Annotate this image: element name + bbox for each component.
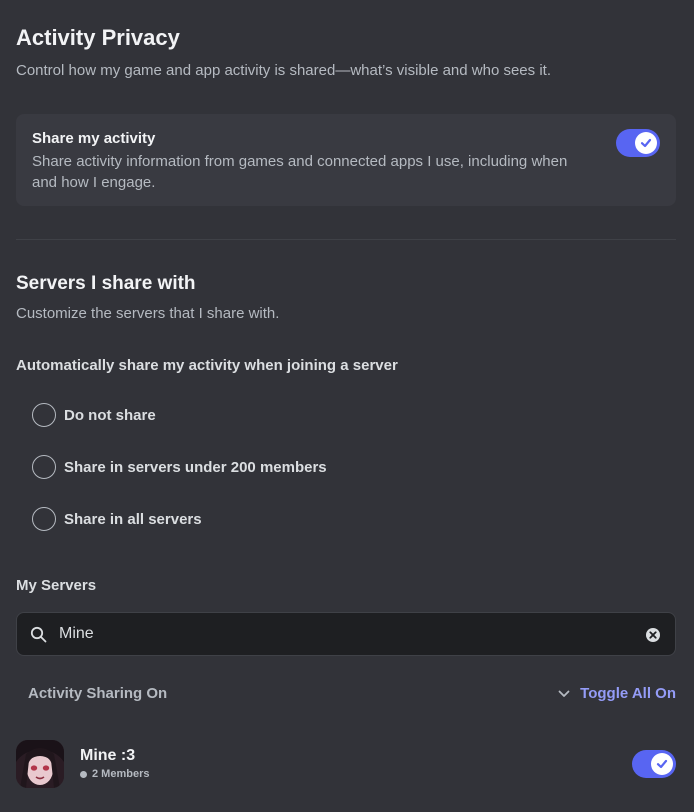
page-title: Activity Privacy: [16, 25, 180, 50]
radio-label: Share in servers under 200 members: [64, 458, 327, 476]
radio-circle[interactable]: [32, 507, 56, 531]
search-input[interactable]: [59, 613, 639, 655]
server-search-box[interactable]: [16, 612, 676, 656]
servers-section-subtitle: Customize the servers that I share with.: [16, 305, 280, 322]
section-divider: [16, 239, 676, 240]
auto-share-label: Automatically share my activity when joi…: [16, 357, 398, 374]
search-icon: [30, 626, 47, 648]
server-avatar: [16, 740, 64, 788]
servers-section-title: Servers I share with: [16, 273, 196, 294]
member-dot-icon: [80, 770, 87, 778]
server-row: Mine :3 2 Members: [16, 740, 676, 788]
radio-label: Share in all servers: [64, 510, 202, 528]
share-activity-description: Share activity information from games an…: [32, 153, 568, 191]
radio-circle[interactable]: [32, 455, 56, 479]
share-activity-card: Share my activity Share activity informa…: [16, 114, 676, 206]
server-name: Mine :3: [80, 747, 136, 764]
clear-icon[interactable]: [645, 627, 661, 648]
activity-privacy-page: Activity Privacy Control how my game and…: [0, 0, 694, 812]
page-subtitle: Control how my game and app activity is …: [16, 62, 551, 79]
radio-label: Do not share: [64, 406, 156, 424]
check-icon: [651, 753, 673, 775]
chevron-down-icon: [558, 690, 570, 698]
radio-circle[interactable]: [32, 403, 56, 427]
my-servers-title: My Servers: [16, 577, 97, 594]
toggle-all-button[interactable]: Toggle All On: [558, 685, 676, 702]
radio-share-under-200[interactable]: Share in servers under 200 members: [32, 454, 327, 480]
radio-do-not-share[interactable]: Do not share: [32, 402, 156, 428]
activity-sharing-on-label: Activity Sharing On: [28, 685, 168, 702]
share-activity-title: Share my activity: [32, 130, 156, 147]
server-share-toggle[interactable]: [632, 750, 676, 778]
server-member-count: 2 Members: [80, 768, 149, 780]
member-count-text: 2 Members: [92, 768, 150, 780]
toggle-all-label: Toggle All On: [580, 685, 676, 702]
radio-share-all[interactable]: Share in all servers: [32, 506, 202, 532]
share-activity-toggle[interactable]: [616, 129, 660, 157]
check-icon: [635, 132, 657, 154]
